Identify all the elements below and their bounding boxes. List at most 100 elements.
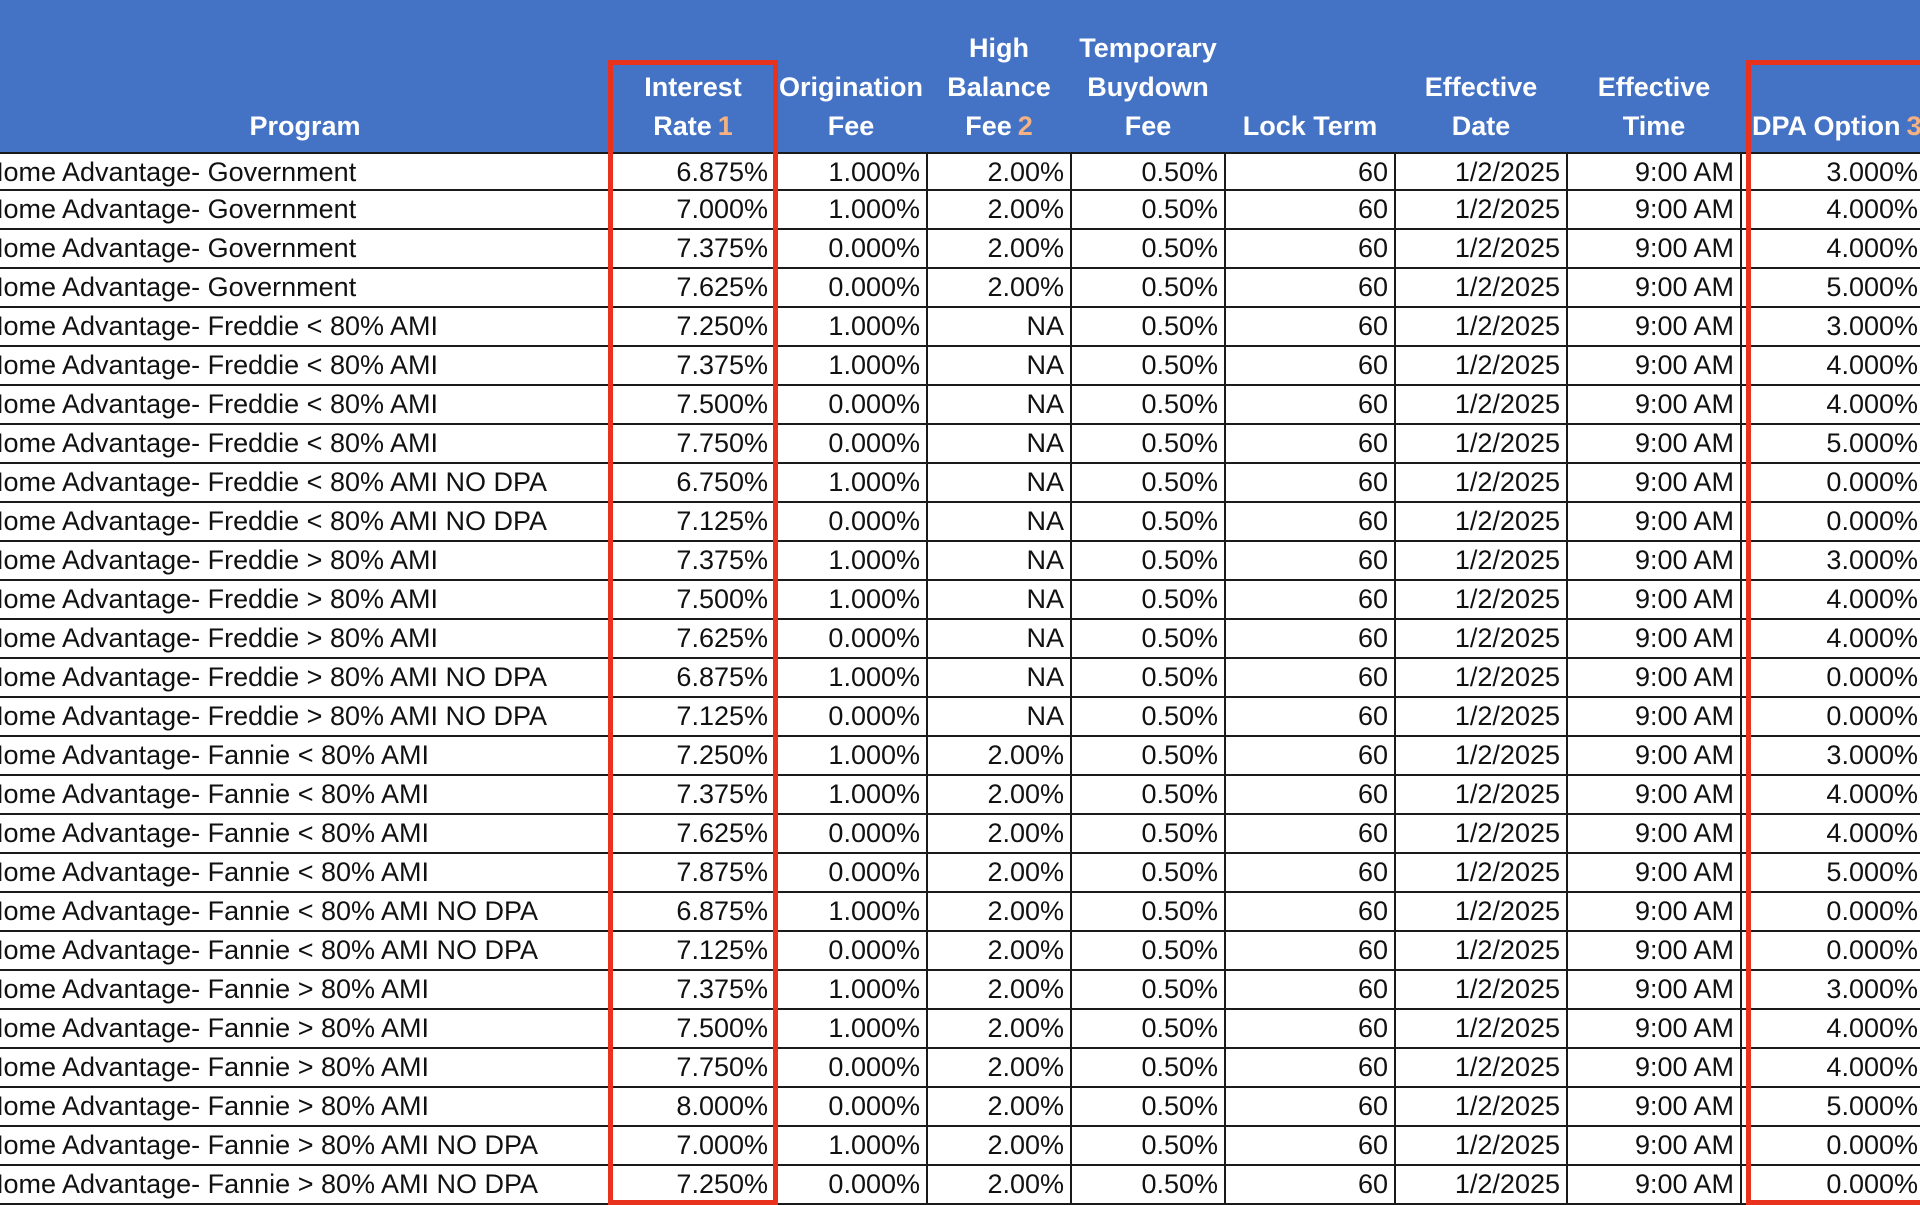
cell-temp-buydown-fee[interactable]: 0.50% — [1072, 308, 1224, 345]
cell-program[interactable]: Home Advantage- Fannie > 80% AMI — [0, 1049, 610, 1086]
table-row[interactable]: Home Advantage- Fannie > 80% AMI 7.375% 1.… — [0, 971, 1920, 1010]
cell-effective-date[interactable]: 1/2/2025 — [1396, 932, 1566, 969]
cell-effective-time[interactable]: 9:00 AM — [1568, 971, 1740, 1008]
table-row[interactable]: Home Advantage- Government 7.000% 1.000% 2.… — [0, 191, 1920, 230]
cell-temp-buydown-fee[interactable]: 0.50% — [1072, 932, 1224, 969]
cell-effective-time[interactable]: 9:00 AM — [1568, 1088, 1740, 1125]
cell-interest-rate[interactable]: 7.250% — [612, 1166, 774, 1203]
cell-interest-rate[interactable]: 7.125% — [612, 932, 774, 969]
cell-temp-buydown-fee[interactable]: 0.50% — [1072, 154, 1224, 191]
table-row[interactable]: Home Advantage- Fannie < 80% AMI 7.250% 1.… — [0, 737, 1920, 776]
cell-effective-time[interactable]: 9:00 AM — [1568, 854, 1740, 891]
cell-lock-term[interactable]: 60 — [1226, 776, 1394, 813]
cell-temp-buydown-fee[interactable]: 0.50% — [1072, 230, 1224, 267]
cell-dpa-option[interactable]: 4.000% — [1742, 347, 1920, 384]
cell-high-balance-fee[interactable]: 2.00% — [928, 1010, 1070, 1047]
cell-effective-time[interactable]: 9:00 AM — [1568, 1127, 1740, 1164]
cell-effective-time[interactable]: 9:00 AM — [1568, 425, 1740, 462]
cell-lock-term[interactable]: 60 — [1226, 620, 1394, 657]
cell-origination-fee[interactable]: 1.000% — [776, 1010, 926, 1047]
table-row[interactable]: Home Advantage- Fannie > 80% AMI 8.000% 0.… — [0, 1088, 1920, 1127]
cell-program[interactable]: Home Advantage- Freddie < 80% AMI NO DPA — [0, 503, 610, 540]
cell-interest-rate[interactable]: 7.000% — [612, 191, 774, 228]
cell-lock-term[interactable]: 60 — [1226, 737, 1394, 774]
cell-interest-rate[interactable]: 7.375% — [612, 230, 774, 267]
cell-temp-buydown-fee[interactable]: 0.50% — [1072, 1127, 1224, 1164]
cell-temp-buydown-fee[interactable]: 0.50% — [1072, 776, 1224, 813]
cell-effective-date[interactable]: 1/2/2025 — [1396, 308, 1566, 345]
cell-high-balance-fee[interactable]: 2.00% — [928, 737, 1070, 774]
cell-effective-date[interactable]: 1/2/2025 — [1396, 581, 1566, 618]
cell-dpa-option[interactable]: 5.000% — [1742, 854, 1920, 891]
cell-temp-buydown-fee[interactable]: 0.50% — [1072, 737, 1224, 774]
cell-interest-rate[interactable]: 7.250% — [612, 737, 774, 774]
table-row[interactable]: Home Advantage- Fannie < 80% AMI 7.875% 0.… — [0, 854, 1920, 893]
cell-origination-fee[interactable]: 1.000% — [776, 776, 926, 813]
cell-program[interactable]: Home Advantage- Fannie < 80% AMI NO DPA — [0, 932, 610, 969]
cell-program[interactable]: Home Advantage- Government — [0, 154, 610, 191]
cell-effective-time[interactable]: 9:00 AM — [1568, 815, 1740, 852]
cell-effective-date[interactable]: 1/2/2025 — [1396, 269, 1566, 306]
cell-effective-time[interactable]: 9:00 AM — [1568, 659, 1740, 696]
cell-temp-buydown-fee[interactable]: 0.50% — [1072, 854, 1224, 891]
table-row[interactable]: Home Advantage- Fannie > 80% AMI NO DPA 7… — [0, 1127, 1920, 1166]
table-row[interactable]: Home Advantage- Fannie > 80% AMI NO DPA 7… — [0, 1166, 1920, 1205]
cell-origination-fee[interactable]: 1.000% — [776, 1127, 926, 1164]
cell-dpa-option[interactable]: 0.000% — [1742, 1127, 1920, 1164]
table-row[interactable]: Home Advantage- Fannie > 80% AMI 7.500% 1.… — [0, 1010, 1920, 1049]
cell-program[interactable]: Home Advantage- Fannie > 80% AMI NO DPA — [0, 1166, 610, 1203]
cell-lock-term[interactable]: 60 — [1226, 347, 1394, 384]
cell-program[interactable]: Home Advantage- Government — [0, 230, 610, 267]
cell-effective-date[interactable]: 1/2/2025 — [1396, 503, 1566, 540]
cell-lock-term[interactable]: 60 — [1226, 815, 1394, 852]
cell-dpa-option[interactable]: 3.000% — [1742, 308, 1920, 345]
cell-program[interactable]: Home Advantage- Freddie > 80% AMI NO DPA — [0, 698, 610, 735]
cell-origination-fee[interactable]: 1.000% — [776, 737, 926, 774]
cell-program[interactable]: Home Advantage- Fannie > 80% AMI — [0, 971, 610, 1008]
cell-dpa-option[interactable]: 0.000% — [1742, 464, 1920, 501]
cell-effective-date[interactable]: 1/2/2025 — [1396, 1010, 1566, 1047]
cell-dpa-option[interactable]: 4.000% — [1742, 620, 1920, 657]
cell-high-balance-fee[interactable]: 2.00% — [928, 932, 1070, 969]
cell-temp-buydown-fee[interactable]: 0.50% — [1072, 620, 1224, 657]
cell-dpa-option[interactable]: 0.000% — [1742, 659, 1920, 696]
cell-lock-term[interactable]: 60 — [1226, 542, 1394, 579]
cell-high-balance-fee[interactable]: NA — [928, 542, 1070, 579]
cell-dpa-option[interactable]: 4.000% — [1742, 230, 1920, 267]
cell-interest-rate[interactable]: 7.500% — [612, 1010, 774, 1047]
cell-effective-time[interactable]: 9:00 AM — [1568, 581, 1740, 618]
cell-effective-date[interactable]: 1/2/2025 — [1396, 425, 1566, 462]
header-dpa-option[interactable]: DPA Option 3 — [1746, 0, 1920, 152]
cell-effective-date[interactable]: 1/2/2025 — [1396, 386, 1566, 423]
cell-lock-term[interactable]: 60 — [1226, 932, 1394, 969]
cell-lock-term[interactable]: 60 — [1226, 971, 1394, 1008]
cell-lock-term[interactable]: 60 — [1226, 1127, 1394, 1164]
header-interest-rate[interactable]: Interest Rate 1 — [614, 0, 772, 152]
cell-program[interactable]: Home Advantage- Freddie > 80% AMI — [0, 581, 610, 618]
cell-temp-buydown-fee[interactable]: 0.50% — [1072, 698, 1224, 735]
table-row[interactable]: Home Advantage- Fannie > 80% AMI 7.750% 0.… — [0, 1049, 1920, 1088]
cell-lock-term[interactable]: 60 — [1226, 230, 1394, 267]
cell-program[interactable]: Home Advantage- Fannie > 80% AMI — [0, 1088, 610, 1125]
cell-program[interactable]: Home Advantage- Freddie < 80% AMI — [0, 308, 610, 345]
cell-lock-term[interactable]: 60 — [1226, 464, 1394, 501]
table-row[interactable]: Home Advantage- Government 6.875% 1.000% 2.… — [0, 152, 1920, 191]
cell-high-balance-fee[interactable]: NA — [928, 659, 1070, 696]
cell-effective-date[interactable]: 1/2/2025 — [1396, 698, 1566, 735]
table-row[interactable]: Home Advantage- Freddie < 80% AMI 7.500% 0… — [0, 386, 1920, 425]
cell-dpa-option[interactable]: 0.000% — [1742, 503, 1920, 540]
cell-lock-term[interactable]: 60 — [1226, 308, 1394, 345]
cell-high-balance-fee[interactable]: NA — [928, 503, 1070, 540]
cell-origination-fee[interactable]: 1.000% — [776, 154, 926, 191]
cell-origination-fee[interactable]: 0.000% — [776, 503, 926, 540]
cell-program[interactable]: Home Advantage- Fannie < 80% AMI — [0, 854, 610, 891]
cell-effective-date[interactable]: 1/2/2025 — [1396, 659, 1566, 696]
cell-interest-rate[interactable]: 6.750% — [612, 464, 774, 501]
cell-program[interactable]: Home Advantage- Government — [0, 269, 610, 306]
table-row[interactable]: Home Advantage- Fannie < 80% AMI 7.375% 1.… — [0, 776, 1920, 815]
cell-program[interactable]: Home Advantage- Fannie < 80% AMI — [0, 776, 610, 813]
cell-interest-rate[interactable]: 7.625% — [612, 815, 774, 852]
cell-high-balance-fee[interactable]: 2.00% — [928, 1127, 1070, 1164]
cell-high-balance-fee[interactable]: 2.00% — [928, 1166, 1070, 1203]
header-high-balance-fee[interactable]: High Balance Fee 2 — [928, 0, 1070, 152]
